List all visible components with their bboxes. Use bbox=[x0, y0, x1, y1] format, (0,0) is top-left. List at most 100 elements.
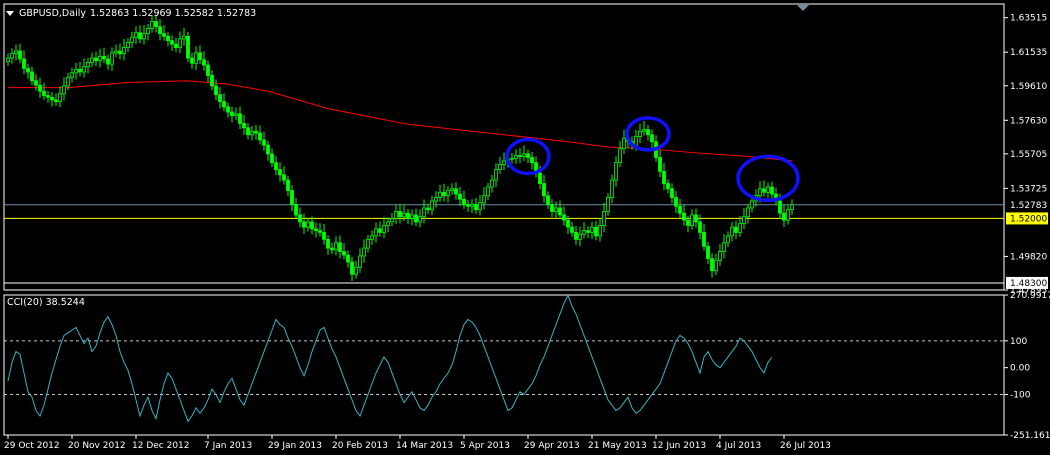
candle-body bbox=[62, 85, 66, 95]
candle-body bbox=[550, 204, 554, 212]
candle-body bbox=[778, 200, 782, 214]
candle-body bbox=[666, 183, 670, 190]
time-tick-label: 26 Jul 2013 bbox=[780, 441, 831, 451]
candle-body bbox=[598, 225, 602, 237]
candle-body bbox=[594, 226, 598, 237]
candle-body bbox=[210, 75, 214, 87]
candle-body bbox=[702, 231, 706, 247]
ohlc-label: 1.52863 1.52969 1.52582 1.52783 bbox=[90, 8, 256, 19]
candle-body bbox=[638, 130, 642, 137]
candle-body bbox=[366, 238, 370, 249]
candle-body bbox=[410, 214, 414, 219]
candle-body bbox=[14, 50, 18, 55]
time-tick-label: 5 Apr 2013 bbox=[460, 441, 510, 451]
candle-body bbox=[270, 153, 274, 164]
candle-body bbox=[394, 211, 398, 219]
candle-body bbox=[730, 226, 734, 237]
candle-body bbox=[430, 200, 434, 211]
candle-body bbox=[250, 130, 254, 136]
candle-body bbox=[426, 207, 430, 211]
candle-body bbox=[382, 225, 386, 233]
candle-body bbox=[586, 230, 590, 233]
candle-body bbox=[118, 50, 122, 55]
price-line-label: 1.52000 bbox=[1010, 214, 1047, 224]
price-axis: 1.63515 1.61535 1.59610 1.57630 1.55705 1.537… bbox=[1004, 14, 1047, 296]
candle-body bbox=[514, 155, 518, 159]
candle-body bbox=[378, 228, 382, 233]
candle-body bbox=[462, 198, 466, 205]
candle-body bbox=[450, 188, 454, 191]
candle-body bbox=[346, 254, 350, 263]
time-tick-label: 14 Mar 2013 bbox=[396, 441, 453, 451]
price-line-label: 1.52783 bbox=[1010, 201, 1047, 211]
candle-body bbox=[282, 174, 286, 181]
candle-body bbox=[338, 242, 342, 252]
moving-average bbox=[8, 80, 793, 162]
candle-body bbox=[182, 35, 186, 40]
time-tick-label: 12 Dec 2012 bbox=[132, 441, 190, 451]
candle-body bbox=[258, 132, 262, 141]
time-tick-label: 20 Nov 2012 bbox=[68, 441, 126, 451]
candle-body bbox=[42, 90, 46, 96]
candle-body bbox=[670, 188, 674, 198]
candle-body bbox=[322, 231, 326, 240]
candle-body bbox=[98, 55, 102, 62]
candle-body bbox=[518, 155, 522, 158]
candle-body bbox=[86, 62, 90, 68]
dropdown-triangle-icon[interactable] bbox=[6, 11, 14, 16]
candle-body bbox=[782, 212, 786, 221]
time-tick-label: 29 Apr 2013 bbox=[524, 441, 580, 451]
candle-body bbox=[746, 207, 750, 218]
candle-body bbox=[482, 195, 486, 204]
cci-line bbox=[7, 294, 773, 423]
candle-body bbox=[202, 59, 206, 66]
scroll-marker-icon[interactable] bbox=[797, 5, 809, 11]
candle-body bbox=[374, 228, 378, 237]
candle-body bbox=[254, 130, 258, 134]
candle-body bbox=[310, 221, 314, 230]
candle-body bbox=[386, 221, 390, 226]
time-tick-label: 29 Oct 2012 bbox=[4, 441, 60, 451]
candle-body bbox=[330, 247, 334, 251]
candle-body bbox=[694, 214, 698, 223]
candle-body bbox=[58, 93, 62, 103]
candle-body bbox=[142, 33, 146, 40]
price-tick-label: 1.49820 bbox=[1010, 252, 1047, 262]
candle-body bbox=[402, 212, 406, 218]
candle-body bbox=[390, 218, 394, 223]
candle-body bbox=[634, 136, 638, 146]
candle-body bbox=[562, 214, 566, 221]
candle-body bbox=[170, 40, 174, 45]
chart-header: GBPUSD,Daily 1.52863 1.52969 1.52582 1.5… bbox=[6, 5, 809, 308]
candle-body bbox=[326, 238, 330, 249]
candle-body bbox=[286, 179, 290, 191]
candle-body bbox=[266, 144, 270, 155]
candle-body bbox=[18, 50, 22, 60]
chart-frames bbox=[3, 3, 1005, 436]
candle-body bbox=[230, 111, 234, 116]
candle-body bbox=[490, 179, 494, 188]
candle-body bbox=[138, 32, 142, 40]
candle-body bbox=[110, 52, 114, 65]
candle-body bbox=[710, 258, 714, 272]
candle-body bbox=[218, 94, 222, 103]
candle-body bbox=[206, 64, 210, 76]
candle-body bbox=[294, 204, 298, 216]
candle-body bbox=[690, 214, 694, 226]
candle-body bbox=[194, 52, 198, 64]
cci-tick-label: -251.1611 bbox=[1010, 431, 1050, 441]
candle-body bbox=[682, 212, 686, 221]
candle-body bbox=[126, 41, 130, 48]
candle-body bbox=[242, 123, 246, 129]
candle-body bbox=[122, 47, 126, 55]
candle-body bbox=[706, 245, 710, 259]
candle-body bbox=[646, 129, 650, 136]
candle-body bbox=[354, 266, 358, 275]
candle-body bbox=[678, 205, 682, 214]
candle-body bbox=[414, 214, 418, 223]
time-tick-label: 21 May 2013 bbox=[588, 441, 647, 451]
candle-body bbox=[398, 211, 402, 218]
candle-body bbox=[650, 134, 654, 143]
candle-body bbox=[486, 186, 490, 197]
candle-body bbox=[502, 160, 506, 165]
